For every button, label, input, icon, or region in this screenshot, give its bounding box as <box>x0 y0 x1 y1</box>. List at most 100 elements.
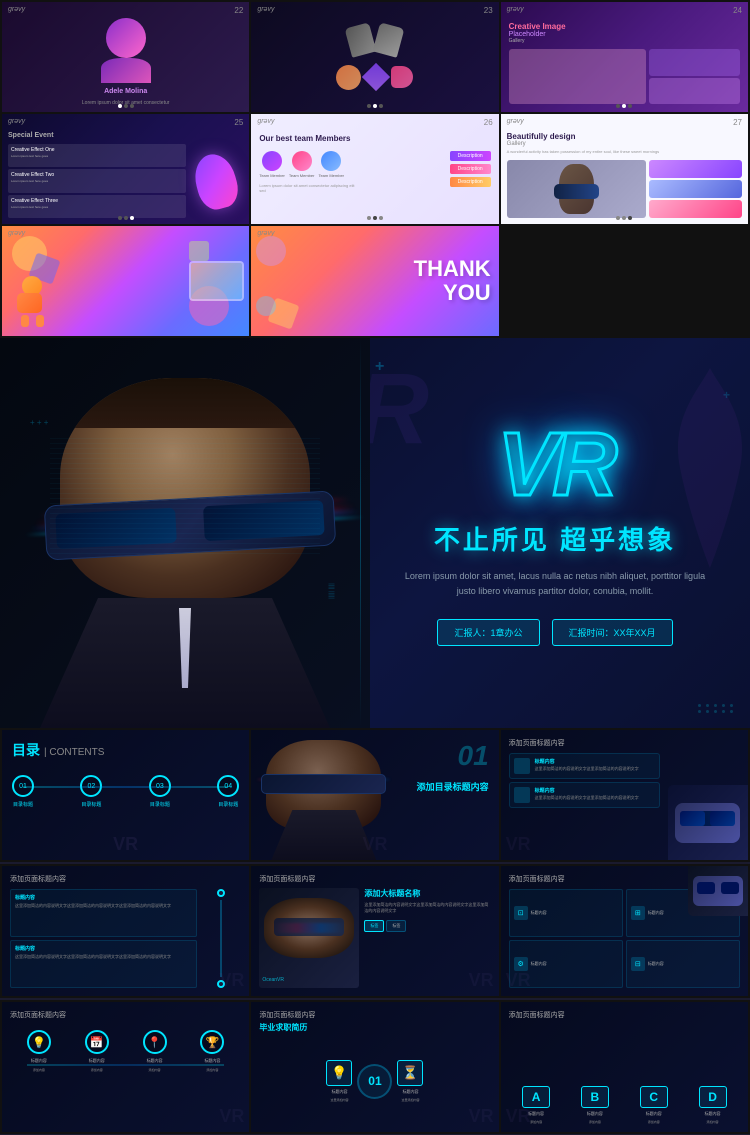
bottom-grid-row2: 添加页面标题内容 标题内容 这里添加简洁的内容说明文字这里添加简洁的内容说明文字… <box>0 864 750 998</box>
hero-btn1[interactable]: 汇报人：1章办公 <box>437 619 539 646</box>
timeline-label1: 标题内容 <box>331 1089 347 1095</box>
bottom-grid-row1: 目录 | CONTENTS 01 目录标题 02 目录标题 03 目录标题 <box>0 728 750 862</box>
gallery-subtitle: 添加大标题名称 <box>364 888 490 899</box>
flow-icon4: 🏆 <box>200 1030 224 1054</box>
contents-title: 目录 <box>12 740 40 760</box>
slide-28[interactable]: grəvy <box>2 226 249 336</box>
slides-grid-top: grəvy 22 Adele Molina Lorem ipsum dolor … <box>0 0 750 338</box>
title-27: Beautifully design <box>507 132 742 141</box>
flow-icon1: 💡 <box>27 1030 51 1054</box>
card2-25: Creative Effect Two <box>11 172 183 178</box>
dots-25 <box>118 216 134 220</box>
cross-2: + <box>723 388 730 402</box>
watermark-flow: VR <box>219 1106 244 1127</box>
brand-26: grəvy <box>257 118 274 125</box>
slide-29[interactable]: grəvy THANK YOU <box>251 226 498 336</box>
title-25: Special Event <box>8 132 243 139</box>
brand-24: grəvy <box>507 6 524 13</box>
brand-28: grəvy <box>8 230 25 237</box>
watermark-abcd: VR <box>506 1106 531 1127</box>
label-02: 目录标题 <box>81 801 101 808</box>
abcd-label4: 标题内容 <box>705 1111 721 1117</box>
sub-27: Gallery <box>507 141 742 147</box>
contents-subtitle: | CONTENTS <box>44 747 104 758</box>
card1-text: 这里添加简洁的内容说明文字这里添加简洁的内容说明文字 <box>535 766 639 772</box>
timeline-icon2: ⏳ <box>397 1060 423 1086</box>
slide-23[interactable]: grəvy 23 <box>251 2 498 112</box>
num-27: 27 <box>733 118 742 127</box>
label-01: 目录标题 <box>13 801 33 808</box>
abcd-c: C <box>640 1086 668 1108</box>
title-24: Creative Image <box>509 22 740 31</box>
hero-btn2[interactable]: 汇报时间：XX年XX月 <box>552 619 673 646</box>
flow-label1: 标题内容 <box>31 1058 47 1064</box>
thank-line1: THANK <box>414 257 491 281</box>
watermark-vr: VR <box>362 834 387 855</box>
abcd-b: B <box>581 1086 609 1108</box>
slide-flow[interactable]: 添加页面标题内容 💡 标题内容 添加内容 📅 标题内容 添加内容 📍 标题内容 … <box>2 1002 249 1132</box>
label-03: 目录标题 <box>150 801 170 808</box>
dots-22 <box>118 104 134 108</box>
watermark-rightinfo: VR <box>506 970 531 991</box>
dots-24 <box>616 104 632 108</box>
timeline-subtitle: 毕业求职简历 <box>259 1022 490 1033</box>
flow-label2: 标题内容 <box>89 1058 105 1064</box>
abcd-title: 添加页面标题内容 <box>509 1010 740 1020</box>
num-23: 23 <box>484 6 493 15</box>
watermark-gallery: VR <box>469 970 494 991</box>
abcd-a: A <box>522 1086 550 1108</box>
slide-gallery[interactable]: 添加页面标题内容 OceanVR 添加大标题名称 这里添加简洁的内容说明文字这里… <box>251 866 498 996</box>
slide-27[interactable]: grəvy 27 Beautifully design Gallery A wo… <box>501 114 748 224</box>
slide-addcontent[interactable]: 添加页面标题内容 标题内容 这里添加简洁的内容说明文字这里添加简洁的内容说明文字… <box>501 730 748 860</box>
brand-27: grəvy <box>507 118 524 125</box>
card2-title: 标题内容 <box>535 787 639 794</box>
slide-info1[interactable]: 添加页面标题内容 标题内容 这里添加简洁的内容说明文字这里添加简洁的内容说明文字… <box>2 866 249 996</box>
hero-section: VR <box>0 338 750 728</box>
sub-24: Placeholder <box>509 31 740 38</box>
add-title: 添加页面标题内容 <box>509 738 740 748</box>
slide-24[interactable]: grəvy 24 Creative Image Placeholder Gall… <box>501 2 748 112</box>
bottom-grid-row3: 添加页面标题内容 💡 标题内容 添加内容 📅 标题内容 添加内容 📍 标题内容 … <box>0 1000 750 1134</box>
dots-27 <box>616 216 632 220</box>
gallery-desc: 这里添加简洁的内容说明文字这里添加简洁的内容说明文字这里添加简洁的内容说明文字 <box>364 902 490 914</box>
num-25: 25 <box>234 118 243 127</box>
flow-icon3: 📍 <box>143 1030 167 1054</box>
label-04: 目录标题 <box>218 801 238 808</box>
slide-22[interactable]: grəvy 22 Adele Molina Lorem ipsum dolor … <box>2 2 249 112</box>
dots-26 <box>367 216 383 220</box>
flow-label4: 标题内容 <box>204 1058 220 1064</box>
slide-vr-person[interactable]: 01 添加目录标题内容 VR <box>251 730 498 860</box>
watermark-info1: VR <box>219 970 244 991</box>
card1-25: Creative Effect One <box>11 147 183 153</box>
num-26: 26 <box>484 118 493 127</box>
title-26: Our best team Members <box>259 134 490 143</box>
gallery-title: 添加页面标题内容 <box>259 874 490 884</box>
brand-25: grəvy <box>8 118 25 125</box>
hero-buttons: 汇报人：1章办公 汇报时间：XX年XX月 <box>437 619 672 646</box>
watermark-timeline: VR <box>469 1106 494 1127</box>
hero-desc: Lorem ipsum dolor sit amet, lacus nulla … <box>395 569 715 600</box>
brand-23: grəvy <box>257 6 274 13</box>
thank-line2: YOU <box>414 281 491 305</box>
flow-label3: 标题内容 <box>147 1058 163 1064</box>
vr-slide-num: 01 <box>458 740 489 772</box>
slide-contents[interactable]: 目录 | CONTENTS 01 目录标题 02 目录标题 03 目录标题 <box>2 730 249 860</box>
watermark-addcontent: VR <box>506 834 531 855</box>
card2-text: 这里添加简洁的内容说明文字这里添加简洁的内容说明文字 <box>535 795 639 801</box>
cross-1: + <box>375 358 384 376</box>
info1-title: 添加页面标题内容 <box>10 874 241 884</box>
card3-25: Creative Effect Three <box>11 198 183 204</box>
dots-23 <box>367 104 383 108</box>
num-22: 22 <box>234 6 243 15</box>
timeline-label2: 标题内容 <box>402 1089 418 1095</box>
slide-rightinfo[interactable]: 添加页面标题内容 ⊡ 标题内容 ⊞ 标题内容 ⚙ 标题内容 ⊟ 标题内容 <box>501 866 748 996</box>
slide-timeline[interactable]: 添加页面标题内容 毕业求职简历 💡 标题内容 这里添加内容 01 ⏳ 标题内容 … <box>251 1002 498 1132</box>
flow-title: 添加页面标题内容 <box>10 1010 241 1020</box>
slide-abcd[interactable]: 添加页面标题内容 A 标题内容 添加内容 B 标题内容 添加内容 C 标题内容 … <box>501 1002 748 1132</box>
card1-title: 标题内容 <box>535 758 639 765</box>
slide-25[interactable]: grəvy 25 Special Event Creative Effect O… <box>2 114 249 224</box>
num-24: 24 <box>733 6 742 15</box>
subtitle-22: Adele Molina <box>104 88 147 95</box>
abcd-label2: 标题内容 <box>587 1111 603 1117</box>
slide-26[interactable]: grəvy 26 Our best team Members Team Memb… <box>251 114 498 224</box>
